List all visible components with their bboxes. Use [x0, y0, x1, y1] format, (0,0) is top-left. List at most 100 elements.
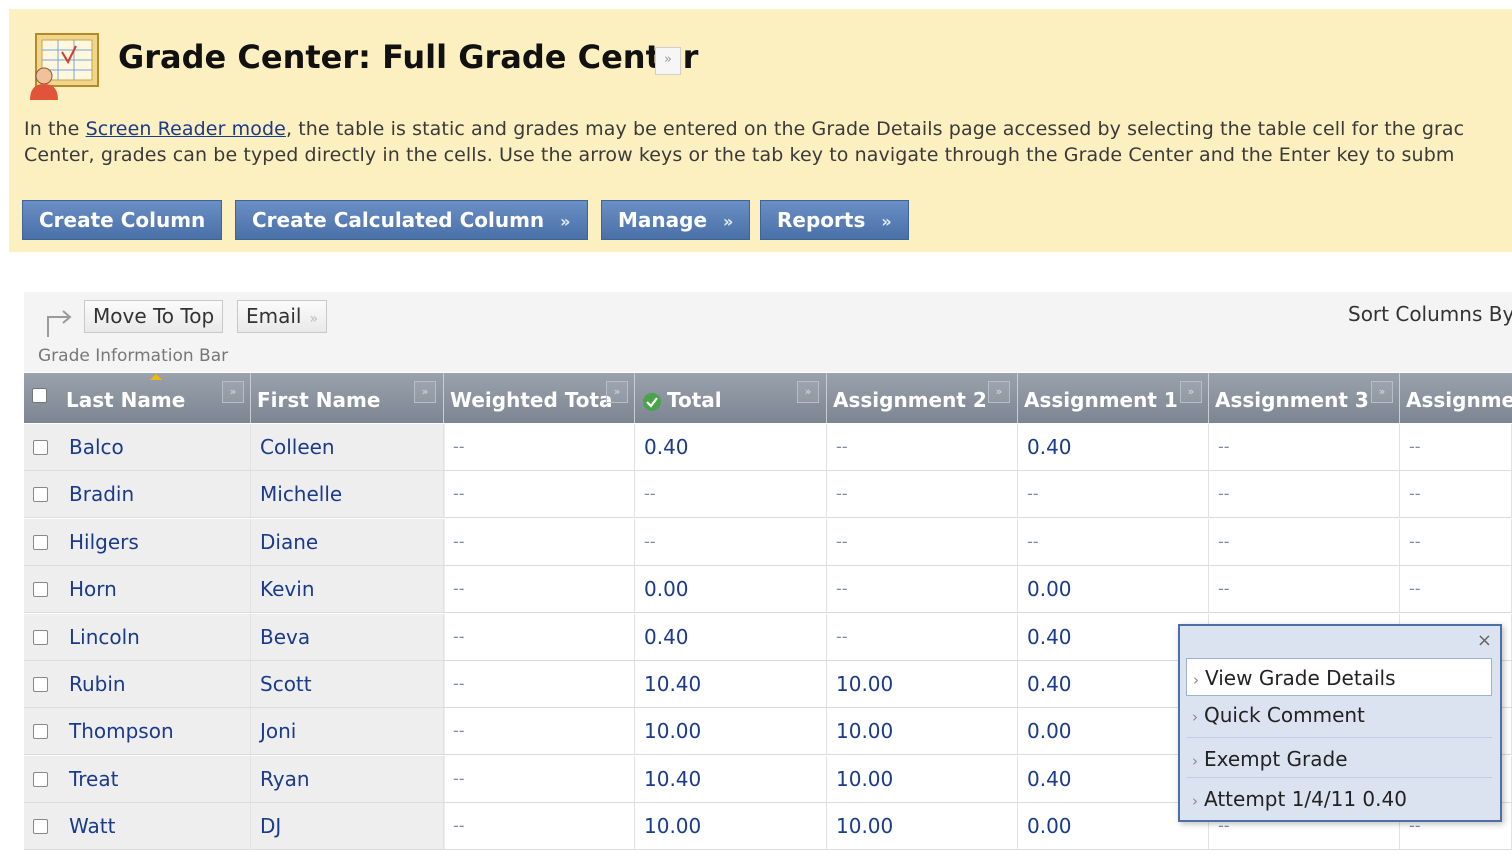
cell-total[interactable]: 10.00 [635, 708, 827, 755]
select-all-checkbox[interactable] [32, 388, 47, 403]
cell-weighted-total[interactable]: -- [444, 661, 635, 707]
chevron-down-icon: » [881, 212, 892, 231]
close-icon[interactable]: × [1477, 632, 1492, 650]
row-checkbox[interactable] [33, 629, 48, 645]
menu-item-label: View Grade Details [1205, 666, 1396, 690]
row-checkbox[interactable] [33, 677, 48, 692]
chevron-down-icon: » [723, 212, 734, 231]
cell-weighted-total[interactable]: -- [444, 755, 635, 802]
cell-total[interactable]: 10.40 [635, 661, 827, 707]
screen-reader-mode-link[interactable]: Screen Reader mode [86, 118, 286, 140]
table-row: Balco Colleen -- 0.40 -- 0.40 -- -- [24, 424, 1512, 471]
move-to-top-button[interactable]: Move To Top [84, 300, 224, 333]
column-menu-chevron-icon[interactable]: » [1371, 381, 1393, 403]
cell-weighted-total[interactable]: -- [444, 518, 635, 565]
email-label: Email [246, 304, 302, 328]
check-mark-icon [643, 393, 661, 411]
cell-total[interactable]: 10.40 [635, 755, 827, 802]
cell-last-name: Horn [60, 566, 251, 613]
column-menu-chevron-icon[interactable]: » [988, 381, 1010, 403]
row-checkbox[interactable] [33, 487, 48, 503]
cell-last-name: Thompson [60, 708, 251, 755]
grade-center-icon [30, 33, 99, 100]
row-checkbox[interactable] [33, 771, 48, 787]
page-title: Grade Center: Full Grade Center [118, 38, 699, 76]
cell-assignment-3[interactable]: -- [1209, 518, 1400, 565]
row-checkbox[interactable] [33, 582, 48, 598]
column-menu-chevron-icon[interactable]: » [1180, 381, 1202, 403]
cell-first-name: Ryan [251, 755, 444, 802]
move-arrow-icon [47, 310, 72, 337]
cell-last-name: Bradin [60, 471, 251, 518]
cell-assignment-1[interactable]: 0.00 [1018, 566, 1209, 613]
attempt-item[interactable]: › Attempt 1/4/11 0.40 [1186, 780, 1492, 818]
chevron-right-icon: › [1193, 671, 1199, 689]
cell-assignment-2[interactable]: 10.00 [827, 708, 1018, 755]
cell-first-name: Colleen [251, 424, 444, 470]
cell-weighted-total[interactable]: -- [444, 613, 635, 660]
exempt-grade-item[interactable]: › Exempt Grade [1186, 740, 1492, 778]
cell-weighted-total[interactable]: -- [444, 471, 635, 518]
chevron-down-icon: » [560, 212, 571, 231]
cell-assignment-4[interactable]: -- [1400, 566, 1512, 613]
cell-assignment-3[interactable]: -- [1209, 471, 1400, 518]
column-header-assignment-4[interactable]: Assignme [1400, 373, 1512, 423]
column-menu-chevron-icon[interactable]: » [606, 381, 628, 403]
cell-weighted-total[interactable]: -- [444, 566, 635, 613]
cell-assignment-3[interactable]: -- [1209, 424, 1400, 470]
create-calculated-column-button[interactable]: Create Calculated Column » [235, 200, 588, 240]
cell-weighted-total[interactable]: -- [444, 803, 635, 850]
cell-assignment-2[interactable]: -- [827, 518, 1018, 565]
cell-assignment-3[interactable]: -- [1209, 566, 1400, 613]
cell-assignment-1[interactable]: -- [1018, 471, 1209, 518]
cell-total[interactable]: 0.00 [635, 566, 827, 613]
row-checkbox[interactable] [33, 819, 48, 835]
reports-button[interactable]: Reports » [760, 200, 909, 240]
cell-weighted-total[interactable]: -- [444, 708, 635, 755]
column-menu-chevron-icon[interactable]: » [222, 381, 244, 403]
title-menu-chevron-icon[interactable]: » [655, 47, 681, 75]
cell-assignment-2[interactable]: 10.00 [827, 803, 1018, 850]
table-row: Bradin Michelle -- -- -- -- -- -- [24, 471, 1512, 519]
table-row: Horn Kevin -- 0.00 -- 0.00 -- -- [24, 566, 1512, 614]
row-checkbox[interactable] [33, 440, 48, 455]
cell-assignment-4[interactable]: -- [1400, 471, 1512, 518]
cell-total[interactable]: 10.00 [635, 803, 827, 850]
cell-assignment-4[interactable]: -- [1400, 518, 1512, 565]
grade-information-bar: Grade Information Bar [38, 346, 229, 366]
cell-weighted-total[interactable]: -- [444, 424, 635, 470]
view-grade-details-item[interactable]: › View Grade Details [1186, 658, 1492, 696]
manage-button[interactable]: Manage » [601, 200, 751, 240]
cell-assignment-2[interactable]: 10.00 [827, 661, 1018, 707]
cell-assignment-2[interactable]: -- [827, 613, 1018, 660]
instructions-suffix: , the table is static and grades may be … [285, 118, 1465, 140]
chevron-down-icon: » [309, 311, 319, 327]
cell-assignment-2[interactable]: -- [827, 471, 1018, 518]
menu-item-label: Attempt 1/4/11 0.40 [1204, 787, 1407, 811]
row-checkbox[interactable] [33, 724, 48, 740]
cell-assignment-2[interactable]: -- [827, 566, 1018, 613]
sort-columns-by-label[interactable]: Sort Columns By [1348, 302, 1512, 326]
cell-assignment-1[interactable]: -- [1018, 518, 1209, 565]
email-button[interactable]: Email » [237, 300, 328, 333]
cell-context-menu: × › View Grade Details › Quick Comment › Ex… [1178, 624, 1502, 822]
cell-first-name: Diane [251, 518, 444, 565]
row-checkbox[interactable] [33, 534, 48, 550]
quick-comment-item[interactable]: › Quick Comment [1186, 696, 1492, 738]
cell-assignment-1[interactable]: 0.40 [1018, 424, 1209, 470]
cell-total[interactable]: -- [635, 471, 827, 518]
cell-assignment-4[interactable]: -- [1400, 424, 1512, 470]
create-column-button[interactable]: Create Column [22, 200, 223, 240]
cell-assignment-2[interactable]: -- [827, 424, 1018, 470]
cell-total[interactable]: 0.40 [635, 424, 827, 470]
cell-first-name: Michelle [251, 471, 444, 518]
cell-first-name: Kevin [251, 566, 444, 613]
cell-total[interactable]: 0.40 [635, 613, 827, 660]
cell-total[interactable]: -- [635, 518, 827, 565]
cell-assignment-2[interactable]: 10.00 [827, 755, 1018, 802]
column-menu-chevron-icon[interactable]: » [414, 381, 436, 403]
chevron-right-icon: › [1192, 708, 1198, 726]
column-menu-chevron-icon[interactable]: » [797, 381, 819, 403]
cell-last-name: Watt [60, 803, 251, 850]
create-calculated-column-label: Create Calculated Column [252, 208, 545, 232]
